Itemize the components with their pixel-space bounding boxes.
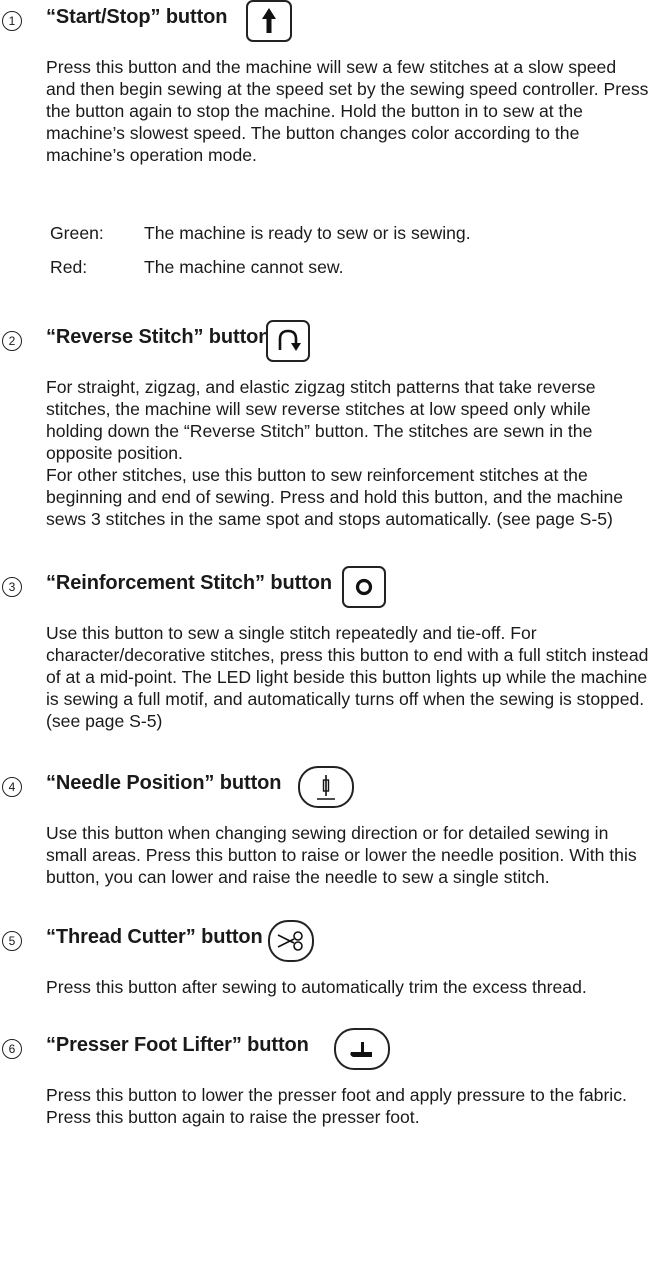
section-body: Use this button when changing sewing dir… [46,822,650,888]
presser-foot-icon [334,1028,390,1070]
section-heading: 5 “Thread Cutter” button [0,920,652,968]
mode-text: The machine cannot sew. [144,257,344,277]
section-heading: 6 “Presser Foot Lifter” button [0,1028,652,1076]
section-heading: 2 “Reverse Stitch” button [0,320,652,368]
section-body: Press this button and the machine will s… [46,56,650,166]
section-heading: 1 “Start/Stop” button [0,0,652,48]
section-number: 2 [2,331,22,351]
section-title: “Thread Cutter” button [46,926,263,948]
section-number: 3 [2,577,22,597]
section-number: 4 [2,777,22,797]
section-body: For straight, zigzag, and elastic zigzag… [46,376,650,530]
section-title: “Reverse Stitch” button [46,326,271,348]
paragraph: For straight, zigzag, and elastic zigzag… [46,377,596,463]
section-title: “Start/Stop” button [46,6,228,28]
section-title: “Presser Foot Lifter” button [46,1034,309,1056]
section-heading: 3 “Reinforcement Stitch” button [0,566,652,614]
section-reinforcement-stitch: 3 “Reinforcement Stitch” button Use this… [0,566,652,731]
section-number: 5 [2,931,22,951]
paragraph: For other stitches, use this button to s… [46,465,624,529]
section-body: Press this button to lower the presser f… [46,1084,650,1128]
reverse-stitch-icon [266,320,310,362]
mode-label: Red: [50,257,88,277]
paragraph: Press this button to lower the presser f… [46,1085,627,1127]
paragraph: Use this button to sew a single stitch r… [46,623,649,731]
scissors-icon [268,920,314,962]
reinforcement-stitch-icon [342,566,386,608]
section-title: “Reinforcement Stitch” button [46,572,332,594]
mode-text: The machine is ready to sew or is sewing… [144,223,471,243]
needle-position-icon [298,766,354,808]
section-thread-cutter: 5 “Thread Cutter” button Press this butt… [0,920,652,997]
section-title: “Needle Position” button [46,772,282,794]
mode-label: Green: [50,223,104,243]
section-needle-position: 4 “Needle Position” button Use this butt… [0,766,652,887]
section-number: 6 [2,1039,22,1059]
section-presser-foot-lifter: 6 “Presser Foot Lifter” button Press thi… [0,1028,652,1127]
section-number: 1 [2,11,22,31]
section-body: Press this button after sewing to automa… [46,976,650,998]
paragraph: Use this button when changing sewing dir… [46,823,637,887]
section-start-stop: 1 “Start/Stop” button Press this button … [0,0,652,277]
section-body: Use this button to sew a single stitch r… [46,622,650,732]
section-reverse-stitch: 2 “Reverse Stitch” button For straight, … [0,320,652,529]
paragraph: Press this button after sewing to automa… [46,977,587,997]
up-arrow-icon [246,0,292,42]
section-heading: 4 “Needle Position” button [0,766,652,814]
paragraph: Press this button and the machine will s… [46,57,649,165]
